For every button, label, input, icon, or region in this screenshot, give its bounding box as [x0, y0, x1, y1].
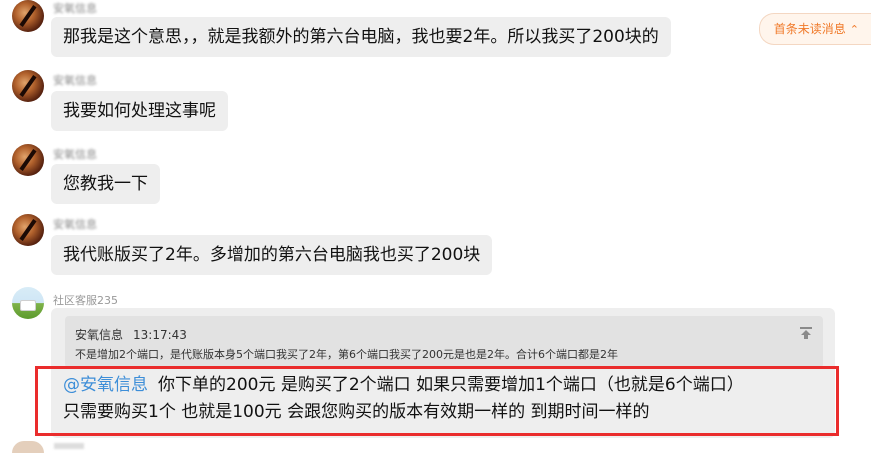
reply-line-1-text: 你下单的200元 是购买了2个端口 如果只需要增加1个端口（也就是6个端口）: [158, 375, 744, 395]
first-unread-message-button[interactable]: 首条未读消息 ⌃: [758, 13, 871, 45]
quote-text: 不是增加2个端口，是代账版本身5个端口我买了2年，第6个端口我买了200元是也是…: [75, 348, 618, 361]
avatar[interactable]: [12, 287, 44, 319]
avatar[interactable]: [12, 70, 44, 102]
avatar[interactable]: [12, 0, 44, 32]
quote-header: 安氧信息 13:17:43: [75, 326, 187, 343]
avatar[interactable]: [12, 144, 44, 176]
sender-name-peek: [54, 443, 84, 449]
quoted-message[interactable]: 安氧信息 13:17:43 不是增加2个端口，是代账版本身5个端口我买了2年，第6…: [65, 316, 823, 368]
avatar[interactable]: [12, 214, 44, 246]
jump-to-message-icon[interactable]: [799, 326, 813, 340]
reply-line-1: @安氧信息 你下单的200元 是购买了2个端口 如果只需要增加1个端口（也就是6个…: [63, 372, 744, 399]
reply-line-2: 只需要购买1个 也就是100元 会跟您购买的版本有效期一样的 到期时间一样的: [63, 402, 650, 422]
sender-name: 安氧信息: [53, 74, 97, 87]
mention-link[interactable]: @安氧信息: [63, 375, 148, 395]
message-bubble[interactable]: 您教我一下: [51, 164, 160, 204]
message-text: 我要如何处理这事呢: [63, 101, 216, 121]
avatar: [12, 441, 44, 453]
sender-name: 安氧信息: [53, 2, 97, 15]
message-bubble[interactable]: 我代账版买了2年。多增加的第六台电脑我也买了200块: [51, 235, 493, 275]
chevron-up-icon: ⌃: [849, 23, 859, 36]
message-text: 那我是这个意思，，就是我额外的第六台电脑，我也要2年。所以我买了200块的: [63, 27, 659, 47]
message-text: 您教我一下: [63, 174, 148, 194]
quote-sender: 安氧信息: [75, 328, 124, 342]
sender-name: 社区客服235: [53, 294, 118, 307]
reply-message-bubble[interactable]: 安氧信息 13:17:43 不是增加2个端口，是代账版本身5个端口我买了2年，第6…: [51, 308, 835, 438]
message-bubble[interactable]: 那我是这个意思，，就是我额外的第六台电脑，我也要2年。所以我买了200块的: [51, 17, 671, 57]
quote-time: 13:17:43: [133, 328, 187, 342]
reply-text: @安氧信息 你下单的200元 是购买了2个端口 如果只需要增加1个端口（也就是6个…: [63, 372, 744, 426]
unread-badge-label: 首条未读消息: [773, 22, 846, 36]
sender-name: 安氧信息: [53, 148, 97, 161]
message-bubble[interactable]: 我要如何处理这事呢: [51, 91, 228, 131]
message-text: 我代账版买了2年。多增加的第六台电脑我也买了200块: [63, 245, 481, 265]
sender-name: 安氧信息: [53, 218, 97, 231]
